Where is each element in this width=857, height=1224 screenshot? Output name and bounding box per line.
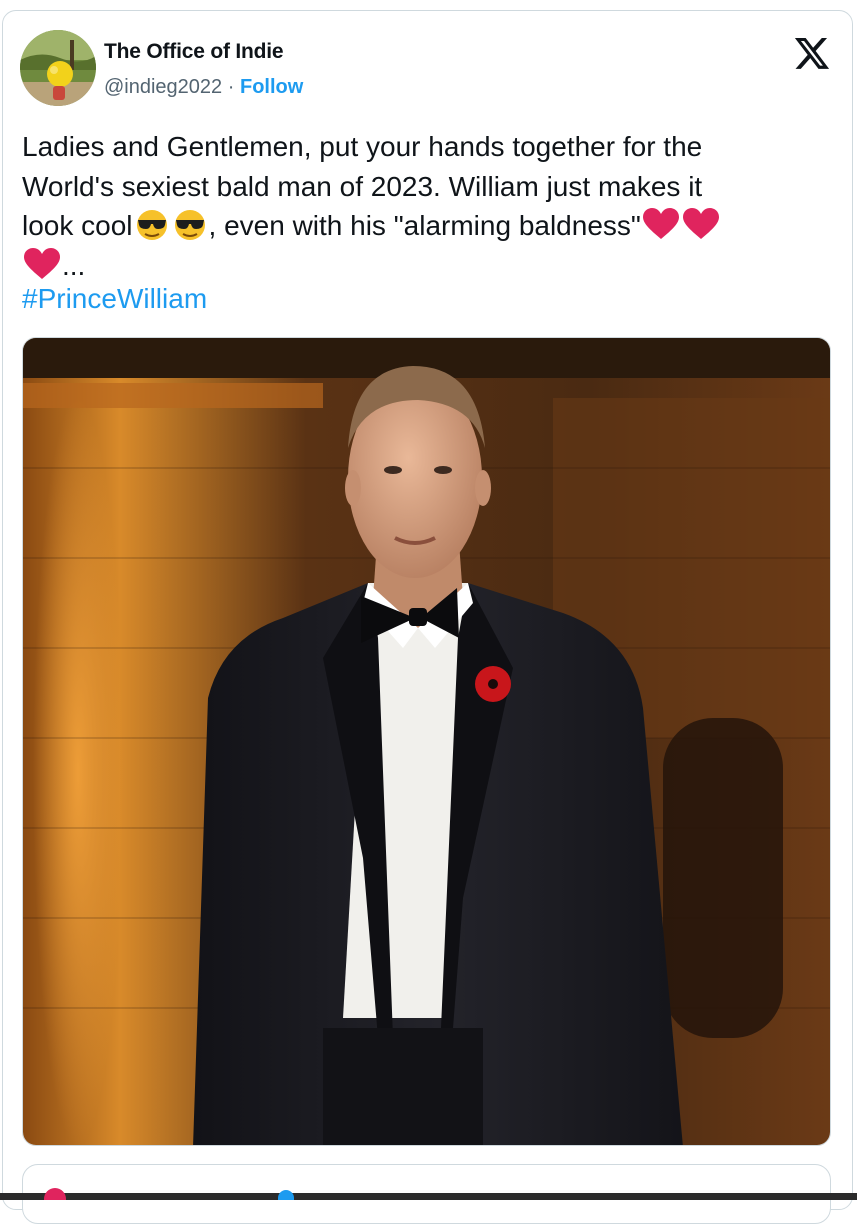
tweet-text-ellipsis: ... [62,249,86,281]
author-handle[interactable]: @indieg2022 [104,76,222,98]
avatar[interactable] [20,30,96,106]
avatar-image [20,30,96,106]
x-logo-icon[interactable] [793,34,831,72]
author-handle-row: @indieg2022 · Follow [104,76,303,99]
photo-image [23,338,830,1145]
handle-separator: · [227,76,235,98]
tweet-text-fragment: look cool [22,210,133,241]
tweet-text-line: ... [22,246,822,286]
hashtag-link[interactable]: #PrinceWilliam [22,283,207,315]
author-display-name[interactable]: The Office of Indie [104,40,284,64]
follow-button[interactable]: Follow [240,76,303,98]
sunglasses-emoji-icon [174,210,205,240]
tweet-photo[interactable] [22,337,831,1146]
tweet-text-line: Ladies and Gentlemen, put your hands tog… [22,131,703,162]
reply-icon[interactable] [278,1190,294,1200]
tweet-text-line: look cool , even with his "alarming baldn… [22,206,822,246]
red-heart-emoji-icon [642,208,679,239]
tweet-text-line: World's sexiest bald man of 2023. Willia… [22,170,703,202]
sunglasses-emoji-icon [136,210,167,240]
tweet-text: Ladies and Gentlemen, put your hands tog… [22,127,822,285]
red-heart-emoji-icon [24,247,60,279]
taskbar [0,1193,857,1200]
tweet-text-fragment: , even with his "alarming baldness" [208,210,641,241]
red-heart-emoji-icon [682,208,719,239]
